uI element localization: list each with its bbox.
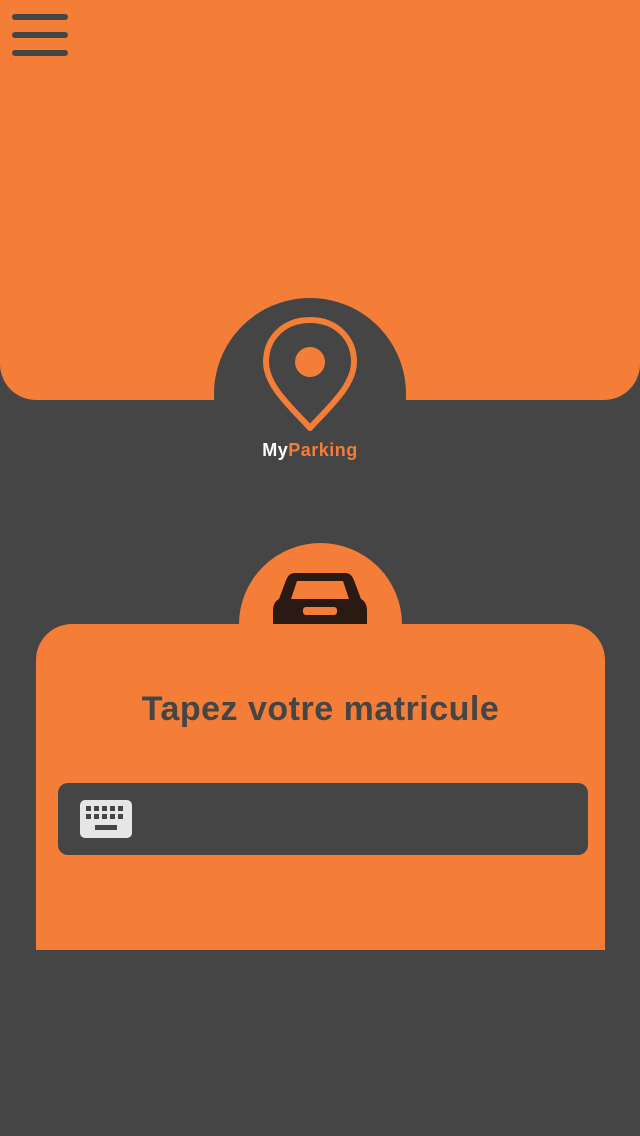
keyboard-icon [80, 800, 132, 838]
menu-bar-bottom [12, 50, 68, 56]
menu-bar-middle [12, 32, 68, 38]
brand-name-part2: Parking [288, 440, 358, 460]
card-title: Tapez votre matricule [141, 690, 500, 728]
matricule-input-box[interactable] [58, 783, 588, 855]
brand-name-part1: My [262, 440, 289, 460]
brand-name: MyParking [214, 440, 406, 461]
matricule-input[interactable] [150, 797, 574, 843]
app-screen: MyParking Tapez votre matricule [0, 0, 640, 1136]
menu-button[interactable] [12, 14, 68, 56]
matricule-card: Tapez votre matricule [36, 624, 605, 950]
hamburger-menu-icon [12, 14, 68, 20]
location-pin-icon [263, 317, 357, 431]
app-logo: MyParking [214, 298, 406, 490]
